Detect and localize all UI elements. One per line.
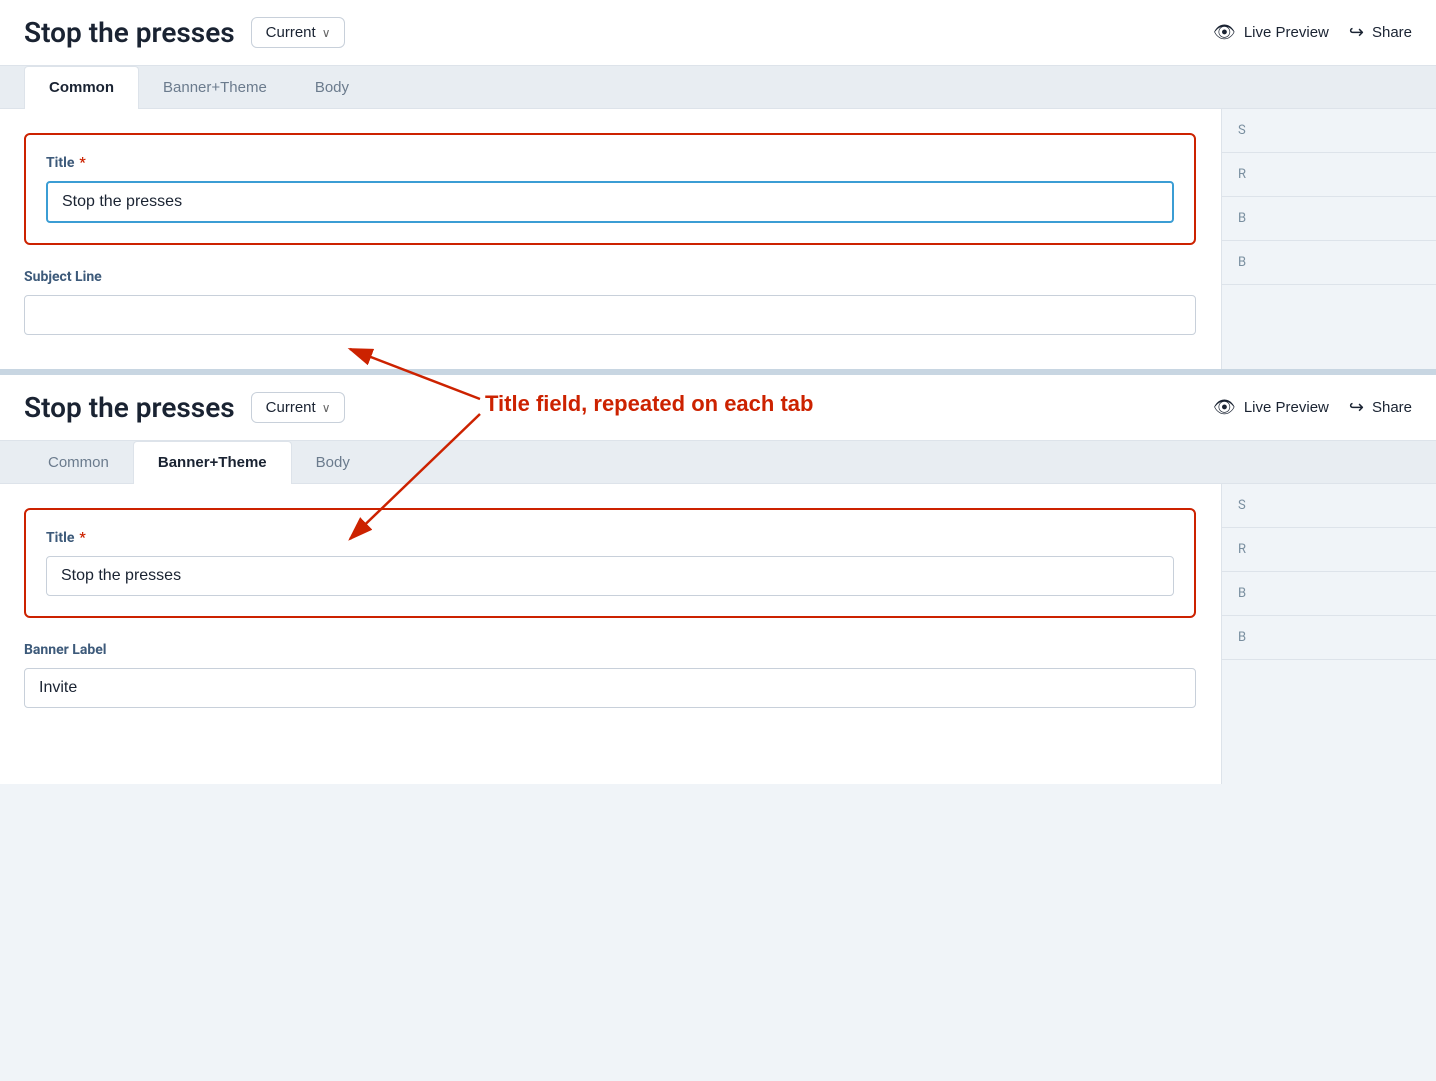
- title-required-1: *: [79, 155, 85, 171]
- live-preview-label-1: Live Preview: [1244, 24, 1329, 41]
- share-icon-1: ↪: [1349, 22, 1364, 43]
- subject-line-label-1: Subject Line: [24, 269, 1196, 285]
- sidebar-item-b1: B: [1222, 197, 1436, 241]
- title-section-2: Title *: [24, 508, 1196, 618]
- version-dropdown-1[interactable]: Current ∨: [251, 17, 346, 48]
- share-label-2: Share: [1372, 399, 1412, 416]
- tab-body-2[interactable]: Body: [292, 442, 374, 483]
- tab-body-1[interactable]: Body: [291, 67, 373, 108]
- title-section-1: Title *: [24, 133, 1196, 245]
- sidebar2-item-s: S: [1222, 484, 1436, 528]
- banner-label-label: Banner Label: [24, 642, 1196, 658]
- tab-banner-theme-1[interactable]: Banner+Theme: [139, 67, 291, 108]
- title-required-2: *: [79, 530, 85, 546]
- sidebar2-item-r: R: [1222, 528, 1436, 572]
- share-button-2[interactable]: ↪ Share: [1349, 397, 1412, 418]
- sidebar-item-s: S: [1222, 109, 1436, 153]
- panel-1: Stop the presses Current ∨ 👁 Live Previe…: [0, 0, 1436, 369]
- panel1-title: Stop the presses: [24, 16, 235, 49]
- tab-banner-theme-2[interactable]: Banner+Theme: [133, 441, 292, 484]
- panel1-content: Title * Subject Line S R B B: [0, 109, 1436, 369]
- subject-line-section-1: Subject Line: [24, 269, 1196, 335]
- version-label-1: Current: [266, 24, 316, 41]
- sidebar2-item-b2: B: [1222, 616, 1436, 660]
- banner-label-input[interactable]: [24, 668, 1196, 708]
- tabs-bar-1: Common Banner+Theme Body: [0, 66, 1436, 109]
- title-input-1[interactable]: [46, 181, 1174, 223]
- tabs-bar-2: Common Banner+Theme Body: [0, 441, 1436, 484]
- title-label-2: Title *: [46, 530, 1174, 546]
- full-page: Stop the presses Current ∨ 👁 Live Previe…: [0, 0, 1436, 1081]
- panel1-header: Stop the presses Current ∨ 👁 Live Previe…: [0, 0, 1436, 66]
- panel2-title: Stop the presses: [24, 391, 235, 424]
- title-input-2[interactable]: [46, 556, 1174, 596]
- panel-2: Stop the presses Current ∨ 👁 Live Previe…: [0, 375, 1436, 784]
- tab-common-1[interactable]: Common: [24, 66, 139, 109]
- eye-icon-1: 👁: [1213, 22, 1236, 43]
- header-actions-2: 👁 Live Preview ↪ Share: [1213, 397, 1412, 418]
- panel2-header: Stop the presses Current ∨ 👁 Live Previe…: [0, 375, 1436, 441]
- sidebar2-item-b1: B: [1222, 572, 1436, 616]
- chevron-icon-2: ∨: [322, 401, 331, 415]
- version-dropdown-2[interactable]: Current ∨: [251, 392, 346, 423]
- share-icon-2: ↪: [1349, 397, 1364, 418]
- live-preview-button-2[interactable]: 👁 Live Preview: [1213, 397, 1329, 418]
- version-label-2: Current: [266, 399, 316, 416]
- share-label-1: Share: [1372, 24, 1412, 41]
- header-actions-1: 👁 Live Preview ↪ Share: [1213, 22, 1412, 43]
- live-preview-label-2: Live Preview: [1244, 399, 1329, 416]
- right-sidebar-1: S R B B: [1221, 109, 1436, 369]
- right-sidebar-2: S R B B: [1221, 484, 1436, 784]
- sidebar-item-r: R: [1222, 153, 1436, 197]
- tab-common-2[interactable]: Common: [24, 442, 133, 483]
- panel2-content: Title * Banner Label S R B B: [0, 484, 1436, 784]
- live-preview-button-1[interactable]: 👁 Live Preview: [1213, 22, 1329, 43]
- subject-line-input-1[interactable]: [24, 295, 1196, 335]
- share-button-1[interactable]: ↪ Share: [1349, 22, 1412, 43]
- banner-label-section: Banner Label: [24, 642, 1196, 708]
- title-label-1: Title *: [46, 155, 1174, 171]
- eye-icon-2: 👁: [1213, 397, 1236, 418]
- chevron-icon-1: ∨: [322, 26, 331, 40]
- sidebar-item-b2: B: [1222, 241, 1436, 285]
